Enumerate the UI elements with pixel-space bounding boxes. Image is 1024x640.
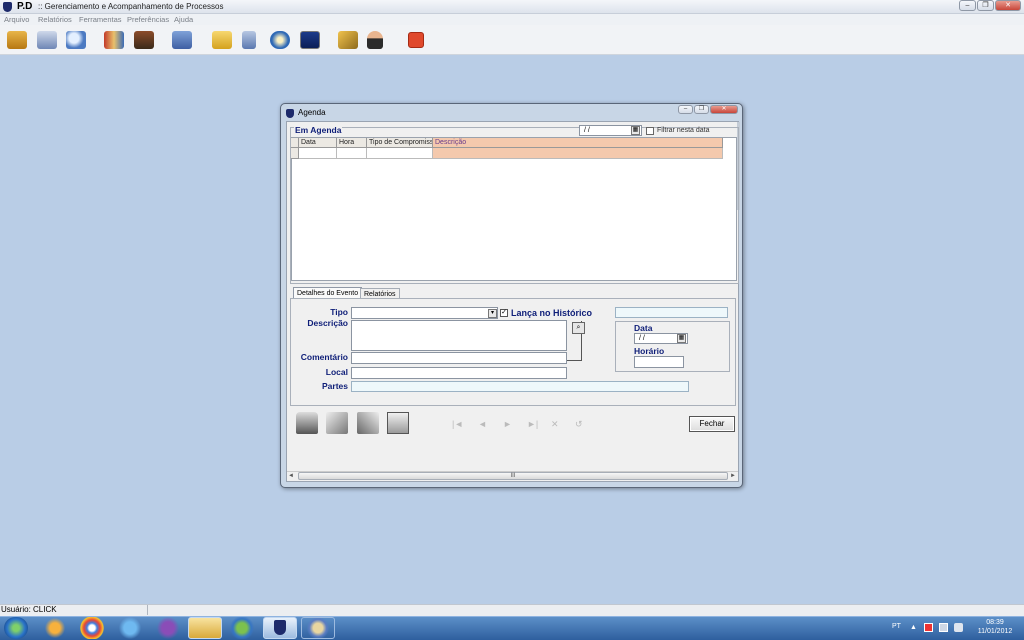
descricao-label: Descrição bbox=[307, 318, 348, 328]
event-calendar-icon[interactable]: ▦ bbox=[677, 334, 686, 343]
clock-date[interactable]: 11/01/2012 bbox=[974, 627, 1016, 636]
calculator-icon[interactable] bbox=[242, 31, 256, 49]
grid-corner bbox=[291, 138, 299, 148]
explorer-icon[interactable] bbox=[188, 617, 222, 639]
trash-icon[interactable] bbox=[296, 412, 318, 434]
maximize-icon[interactable]: ❐ bbox=[977, 0, 994, 11]
chevron-down-icon[interactable]: ▾ bbox=[488, 309, 497, 318]
tray-flag-icon[interactable] bbox=[924, 623, 933, 632]
edit-icon[interactable] bbox=[357, 412, 379, 434]
grid-cell[interactable] bbox=[337, 148, 367, 159]
close-icon[interactable]: ✕ bbox=[995, 0, 1021, 11]
app-shield-icon bbox=[3, 2, 12, 12]
briefcase-icon[interactable] bbox=[7, 31, 27, 49]
calendar-icon[interactable]: ▦ bbox=[631, 126, 640, 135]
minimize-icon[interactable]: – bbox=[959, 0, 976, 11]
status-bar bbox=[0, 604, 1024, 616]
row-selector[interactable] bbox=[291, 148, 299, 159]
grid-col-hora[interactable]: Hora bbox=[337, 138, 367, 148]
keys-icon[interactable] bbox=[338, 31, 358, 49]
grid-cell[interactable] bbox=[433, 148, 723, 159]
nav-next-icon[interactable]: ► bbox=[503, 419, 512, 429]
grid-col-tipo[interactable]: Tipo de Compromisso bbox=[367, 138, 433, 148]
grid-col-data[interactable]: Data bbox=[299, 138, 337, 148]
diskette-icon[interactable] bbox=[300, 31, 320, 49]
grid-cell[interactable] bbox=[367, 148, 433, 159]
folders-icon[interactable] bbox=[172, 31, 192, 49]
historico-field[interactable] bbox=[615, 307, 728, 318]
network-icon[interactable] bbox=[225, 617, 259, 639]
magnifier-icon[interactable] bbox=[66, 31, 86, 49]
filter-date-label: Filtrar nesta data bbox=[657, 127, 710, 134]
menu-ajuda[interactable]: Ajuda bbox=[174, 14, 193, 25]
nav-cancel-icon[interactable]: ✕ bbox=[551, 419, 559, 429]
tray-volume-icon[interactable] bbox=[954, 623, 963, 632]
book-search-icon[interactable] bbox=[37, 31, 57, 49]
tray-network-icon[interactable] bbox=[939, 623, 948, 632]
dialog-maximize-icon[interactable]: ❐ bbox=[694, 105, 709, 114]
lanca-historico-label: Lança no Histórico bbox=[511, 308, 593, 318]
tray-chevron-icon[interactable]: ▲ bbox=[910, 624, 917, 632]
binder-icon[interactable] bbox=[134, 31, 154, 49]
open-folder-icon[interactable] bbox=[212, 31, 232, 49]
grid-cell[interactable] bbox=[299, 148, 337, 159]
nav-prev-icon[interactable]: ◄ bbox=[478, 419, 487, 429]
status-divider bbox=[147, 605, 148, 615]
nav-first-icon[interactable]: |◄ bbox=[452, 419, 463, 429]
scroll-left-icon[interactable]: ◄ bbox=[288, 472, 294, 480]
paint-icon[interactable] bbox=[301, 617, 335, 639]
comentario-label: Comentário bbox=[300, 352, 348, 362]
partes-label: Partes bbox=[322, 381, 348, 391]
scroll-thumb[interactable]: III bbox=[298, 472, 728, 480]
horario-input[interactable] bbox=[634, 356, 684, 368]
partes-field[interactable] bbox=[351, 381, 689, 392]
media-player-icon[interactable] bbox=[38, 617, 72, 639]
ie-icon[interactable] bbox=[113, 617, 147, 639]
fechar-button[interactable]: Fechar bbox=[689, 416, 735, 432]
user-icon[interactable] bbox=[367, 31, 383, 49]
app-name: P.D bbox=[17, 1, 33, 12]
dialog-close-icon[interactable]: ✕ bbox=[710, 105, 738, 114]
save-icon[interactable] bbox=[387, 412, 409, 434]
filter-date-checkbox[interactable] bbox=[646, 127, 654, 135]
menu-preferencias[interactable]: Preferências bbox=[127, 14, 169, 25]
dialog-title: Agenda bbox=[298, 108, 326, 117]
nav-last-icon[interactable]: ►| bbox=[527, 419, 538, 429]
descricao-textarea[interactable] bbox=[351, 320, 567, 351]
menu-relatorios[interactable]: Relatórios bbox=[38, 14, 72, 25]
print-icon[interactable] bbox=[326, 412, 348, 434]
chrome-icon[interactable] bbox=[75, 617, 109, 639]
clock-time[interactable]: 08:39 bbox=[974, 618, 1016, 627]
gift-icon[interactable] bbox=[104, 31, 124, 49]
dialog-minimize-icon[interactable]: – bbox=[678, 105, 693, 114]
tipo-select[interactable] bbox=[351, 307, 498, 319]
tray-language[interactable]: PT bbox=[892, 622, 901, 632]
app-subtitle: :: Gerenciamento e Acompanhamento de Pro… bbox=[38, 2, 224, 11]
menu-ferramentas[interactable]: Ferramentas bbox=[79, 14, 122, 25]
lanca-historico-checkbox[interactable]: ✓ bbox=[500, 309, 508, 317]
pd-shield-icon bbox=[274, 620, 286, 635]
comentario-input[interactable] bbox=[351, 352, 567, 364]
status-user: Usuário: CLICK bbox=[1, 605, 57, 614]
app-icon[interactable] bbox=[151, 617, 185, 639]
em-agenda-title: Em Agenda bbox=[294, 125, 343, 135]
scroll-right-icon[interactable]: ► bbox=[730, 472, 736, 480]
start-icon[interactable] bbox=[4, 617, 28, 639]
menu-arquivo[interactable]: Arquivo bbox=[4, 14, 29, 25]
power-icon[interactable] bbox=[408, 32, 424, 48]
local-label: Local bbox=[325, 367, 348, 377]
lookup-icon[interactable]: ⌕ bbox=[572, 322, 585, 334]
compass-icon[interactable] bbox=[270, 31, 290, 49]
grid-col-descricao[interactable]: Descrição bbox=[433, 138, 723, 148]
dialog-shield-icon bbox=[286, 109, 294, 118]
local-input[interactable] bbox=[351, 367, 567, 379]
nav-refresh-icon[interactable]: ↺ bbox=[575, 419, 583, 429]
